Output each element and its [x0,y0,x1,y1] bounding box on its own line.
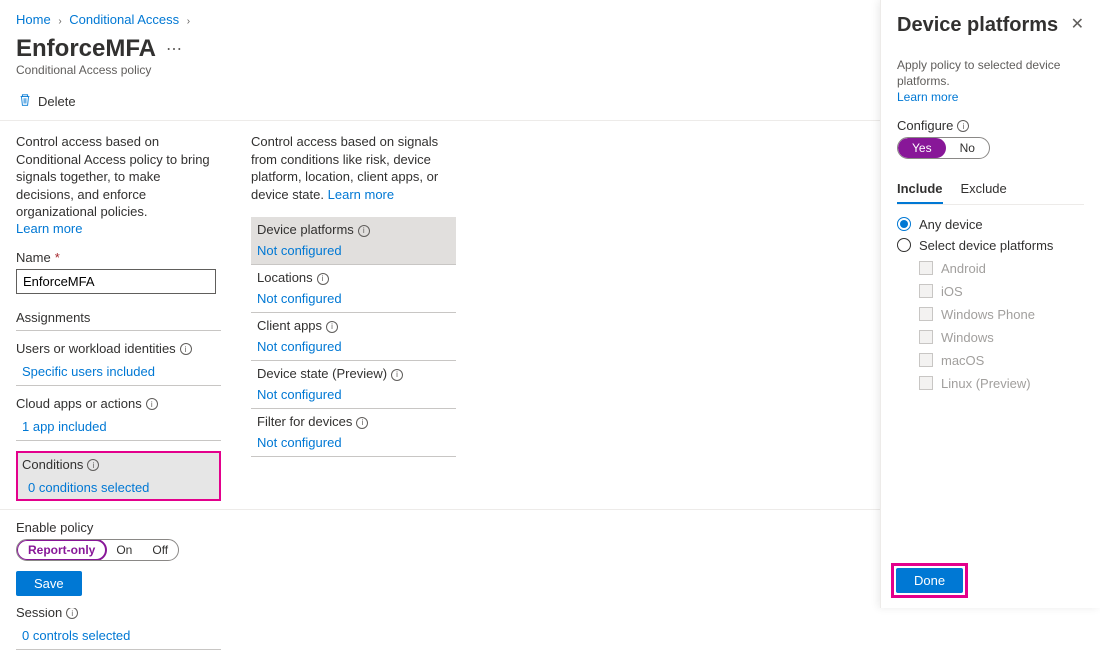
info-icon[interactable]: i [317,273,329,285]
breadcrumb-home[interactable]: Home [16,12,51,27]
enable-policy-label: Enable policy [16,520,864,535]
toggle-on[interactable]: On [106,540,142,560]
delete-button[interactable]: Delete [16,89,78,114]
configure-yes[interactable]: Yes [898,138,946,158]
done-button[interactable]: Done [896,568,963,593]
checkbox-icon [919,353,933,367]
condition-label: Filter for devices [257,414,352,429]
users-label: Users or workload identities [16,341,176,356]
footer: Enable policy Report-only On Off Save [0,509,880,608]
condition-item[interactable]: Filter for devices i Not configured [251,409,456,457]
apps-label: Cloud apps or actions [16,396,142,411]
platform-checkbox-row: Windows [919,330,1084,345]
device-platforms-blade: Device platforms ✕ Apply policy to selec… [880,0,1100,608]
page-subtitle: Conditional Access policy [16,63,864,77]
col1-help: Control access based on Conditional Acce… [16,133,221,221]
platform-label: Windows [941,330,994,345]
learn-more-link[interactable]: Learn more [16,221,82,236]
delete-label: Delete [38,94,76,109]
configure-no[interactable]: No [946,138,989,158]
users-value-link[interactable]: Specific users included [22,364,155,379]
platform-checkbox-row: macOS [919,353,1084,368]
configure-toggle[interactable]: Yes No [897,137,990,159]
platform-checkbox-row: iOS [919,284,1084,299]
radio-icon [897,238,911,252]
checkbox-icon [919,284,933,298]
page-title: EnforceMFA [16,35,156,63]
platform-checkbox-row: Android [919,261,1084,276]
info-icon[interactable]: i [180,343,192,355]
breadcrumb: Home › Conditional Access › [16,10,864,33]
conditions-label: Conditions [22,457,83,472]
conditions-value-link[interactable]: 0 conditions selected [28,480,149,495]
radio-any-label: Any device [919,217,983,232]
learn-more-link[interactable]: Learn more [328,187,394,202]
name-label: Name [16,250,51,265]
radio-select-label: Select device platforms [919,238,1053,253]
info-icon[interactable]: i [146,398,158,410]
blade-description: Apply policy to selected device platform… [897,58,1060,88]
condition-item[interactable]: Locations i Not configured [251,265,456,313]
condition-value-link[interactable]: Not configured [257,291,342,306]
assignments-title: Assignments [16,310,221,331]
info-icon[interactable]: i [358,225,370,237]
radio-any-device[interactable]: Any device [897,217,1084,232]
condition-value-link[interactable]: Not configured [257,339,342,354]
condition-value-link[interactable]: Not configured [257,387,342,402]
info-icon[interactable]: i [391,369,403,381]
platform-label: iOS [941,284,963,299]
learn-more-link[interactable]: Learn more [897,90,958,104]
more-icon[interactable]: ⋯ [166,39,182,59]
radio-icon [897,217,911,231]
condition-value-link[interactable]: Not configured [257,435,342,450]
chevron-right-icon: › [58,16,61,27]
condition-label: Client apps [257,318,322,333]
checkbox-icon [919,261,933,275]
info-icon[interactable]: i [87,459,99,471]
required-asterisk: * [55,250,60,265]
info-icon[interactable]: i [356,417,368,429]
configure-label: Configure [897,118,953,133]
platform-label: Android [941,261,986,276]
info-icon[interactable]: i [957,120,969,132]
name-input[interactable] [16,269,216,294]
trash-icon [18,93,32,110]
checkbox-icon [919,330,933,344]
divider [0,120,880,121]
session-value-link[interactable]: 0 controls selected [22,628,130,643]
platform-label: Windows Phone [941,307,1035,322]
save-button[interactable]: Save [16,571,82,596]
checkbox-icon [919,307,933,321]
info-icon[interactable]: i [66,607,78,619]
condition-label: Locations [257,270,313,285]
chevron-right-icon: › [187,16,190,27]
condition-item[interactable]: Device platforms i Not configured [251,217,456,265]
condition-item[interactable]: Device state (Preview) i Not configured [251,361,456,409]
done-highlight: Done [891,563,968,598]
platform-label: macOS [941,353,984,368]
condition-label: Device platforms [257,222,354,237]
enable-policy-toggle[interactable]: Report-only On Off [16,539,179,561]
condition-value-link[interactable]: Not configured [257,243,342,258]
breadcrumb-conditional-access[interactable]: Conditional Access [69,12,179,27]
close-icon[interactable]: ✕ [1071,14,1084,34]
info-icon[interactable]: i [326,321,338,333]
toggle-report-only[interactable]: Report-only [16,539,107,561]
platform-checkbox-row: Linux (Preview) [919,376,1084,391]
platform-label: Linux (Preview) [941,376,1031,391]
condition-item[interactable]: Client apps i Not configured [251,313,456,361]
conditions-row[interactable]: Conditions i 0 conditions selected [16,451,221,501]
checkbox-icon [919,376,933,390]
platform-checkbox-row: Windows Phone [919,307,1084,322]
apps-value-link[interactable]: 1 app included [22,419,107,434]
radio-select-platforms[interactable]: Select device platforms [897,238,1084,253]
tab-exclude[interactable]: Exclude [961,181,1007,204]
toggle-off[interactable]: Off [142,540,178,560]
condition-label: Device state (Preview) [257,366,387,381]
blade-title: Device platforms [897,14,1058,37]
tab-include[interactable]: Include [897,181,943,204]
